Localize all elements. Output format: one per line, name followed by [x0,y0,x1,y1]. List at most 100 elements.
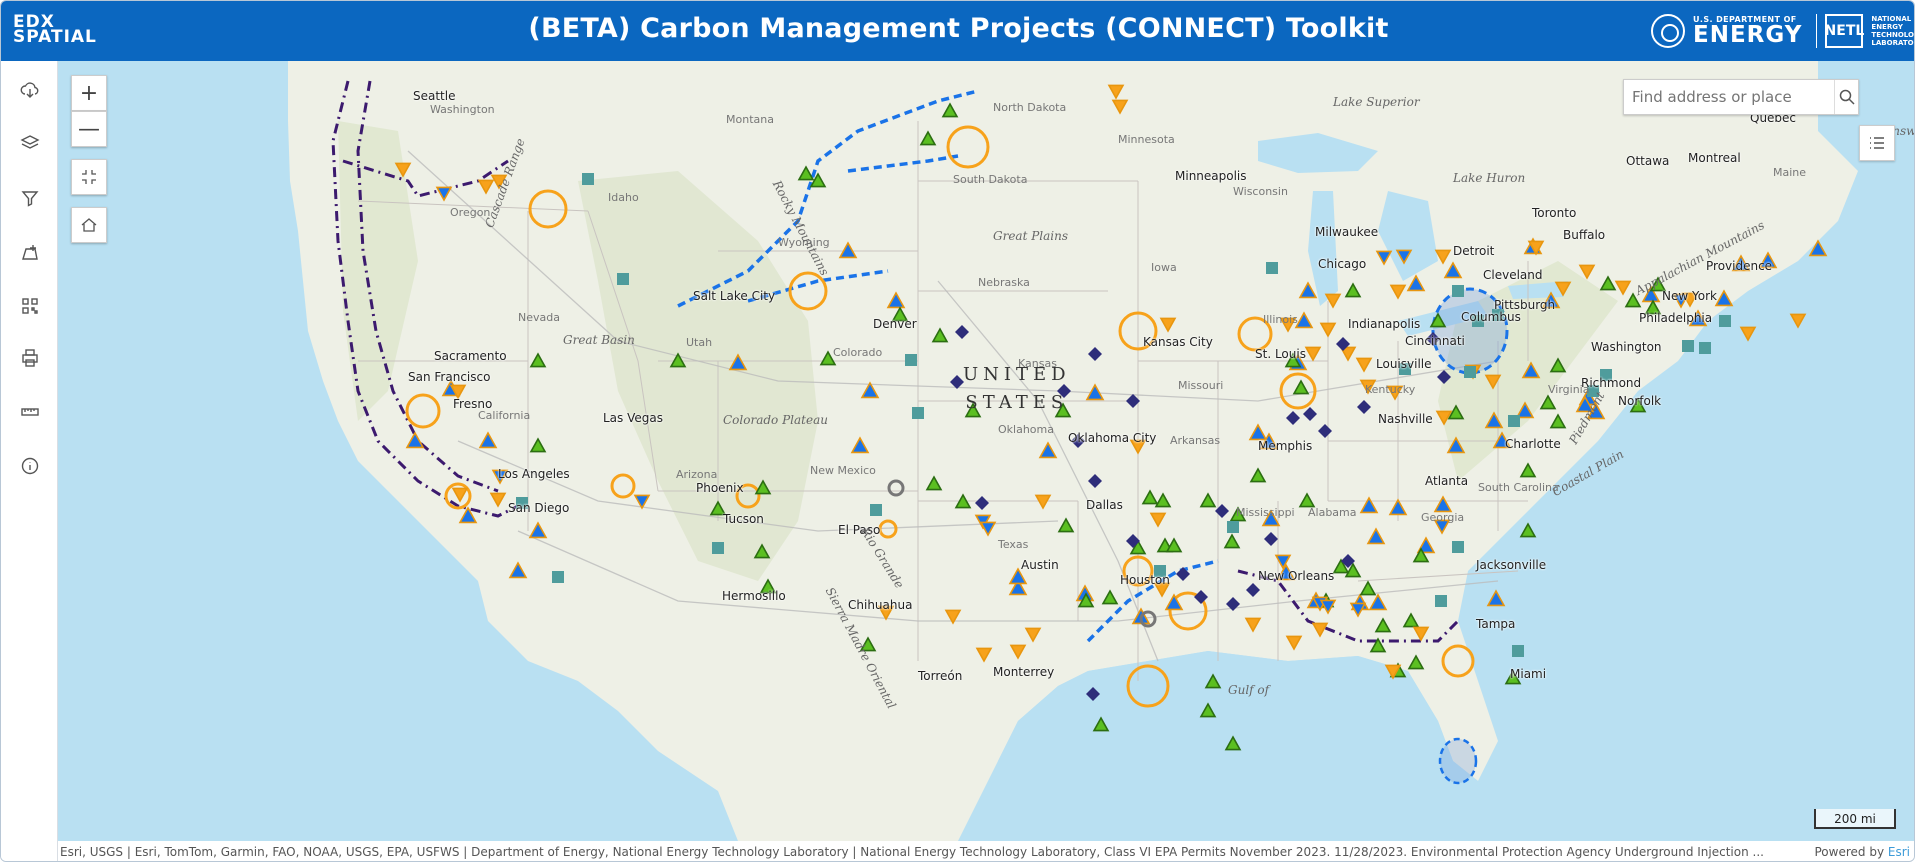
hydrogen-project-triangle[interactable] [1224,735,1242,751]
hydrogen-project-triangle[interactable] [919,130,937,146]
hydrogen-project-triangle[interactable] [754,479,772,495]
storage-project-triangle[interactable] [1366,527,1386,545]
pipeline-project-triangle[interactable] [1244,617,1262,633]
hydrogen-project-triangle[interactable] [931,327,949,343]
hydrogen-project-triangle[interactable] [797,165,815,181]
pipeline-project-triangle[interactable] [1034,494,1052,510]
carbon-capture-facility-circle[interactable] [405,393,441,429]
co2-pipeline[interactable] [847,154,959,173]
hydrogen-project-triangle[interactable] [1057,517,1075,533]
storage-project-triangle[interactable] [1714,289,1734,307]
class-vi-permit-triangle[interactable] [435,186,453,202]
measure-icon[interactable] [15,397,45,427]
pipeline-project-triangle[interactable] [489,492,507,508]
hydrogen-project-triangle[interactable] [941,102,959,118]
hydrogen-project-triangle[interactable] [1154,492,1172,508]
hydrogen-project-triangle[interactable] [1402,612,1420,628]
storage-project-triangle[interactable] [508,561,528,579]
hydrogen-project-triangle[interactable] [1199,492,1217,508]
hydrogen-project-triangle[interactable] [1199,702,1217,718]
storage-site-square[interactable] [1464,366,1476,378]
attribution-text[interactable]: Esri, USGS | Esri, TomTom, Garmin, FAO, … [60,841,1790,861]
carbon-capture-facility-circle[interactable] [528,189,568,229]
storage-project-triangle[interactable] [528,521,548,539]
hydrogen-project-triangle[interactable] [1539,394,1557,410]
storage-project-triangle[interactable] [1486,589,1506,607]
storage-site-square[interactable] [1699,342,1711,354]
dac-hub-diamond[interactable] [955,325,969,339]
dac-hub-diamond[interactable] [1088,474,1102,488]
dac-hub-diamond[interactable] [975,496,989,510]
dac-hub-diamond[interactable] [1086,687,1100,701]
storage-site-square[interactable] [1435,595,1447,607]
pipeline-project-triangle[interactable] [1304,346,1322,362]
pipeline-project-triangle[interactable] [1355,357,1373,373]
storage-project-triangle[interactable] [1388,498,1408,516]
filter-icon[interactable] [15,183,45,213]
storage-site-square[interactable] [582,173,594,185]
pipeline-project-triangle[interactable] [1614,280,1632,296]
hydrogen-project-triangle[interactable] [753,543,771,559]
dac-hub-diamond[interactable] [1088,347,1102,361]
facility-marker[interactable] [887,479,905,497]
dac-hub-diamond[interactable] [1226,597,1240,611]
hydrogen-project-triangle[interactable] [1359,580,1377,596]
storage-site-square[interactable] [912,407,924,419]
storage-site-square[interactable] [1452,285,1464,297]
dac-hub-diamond[interactable] [1303,407,1317,421]
storage-project-triangle[interactable] [838,241,858,259]
storage-project-triangle[interactable] [478,431,498,449]
hydrogen-project-triangle[interactable] [954,493,972,509]
legend-button[interactable] [1859,125,1895,161]
storage-project-triangle[interactable] [1521,361,1541,379]
pipeline-project-triangle[interactable] [1739,326,1757,342]
hydrogen-project-triangle[interactable] [1344,282,1362,298]
hydrogen-project-triangle[interactable] [1599,275,1617,291]
carbon-capture-facility-circle[interactable] [1126,664,1170,708]
hydrogen-project-triangle[interactable] [1407,654,1425,670]
pipeline-project-triangle[interactable] [975,647,993,663]
storage-project-triangle[interactable] [1368,593,1388,611]
pipeline-project-triangle[interactable] [944,609,962,625]
storage-site-square[interactable] [1452,541,1464,553]
hydrogen-project-triangle[interactable] [669,352,687,368]
print-icon[interactable] [15,343,45,373]
class-vi-permit-triangle[interactable] [1395,249,1413,265]
pipeline-project-triangle[interactable] [1578,264,1596,280]
dac-hub-diamond[interactable] [1246,583,1260,597]
pipeline-project-triangle[interactable] [1412,626,1430,642]
qr-code-icon[interactable] [15,291,45,321]
pipeline-project-triangle[interactable] [1484,374,1502,390]
storage-site-square[interactable] [712,542,724,554]
home-button[interactable] [71,207,107,243]
hydrogen-project-triangle[interactable] [529,437,547,453]
pipeline-project-triangle[interactable] [1107,84,1125,100]
hydrogen-project-triangle[interactable] [1249,467,1267,483]
pipeline-project-triangle[interactable] [1554,281,1572,297]
map-view[interactable]: UNITED STATES Seattle Sacramento San Franc… [58,61,1914,841]
hydrogen-project-triangle[interactable] [1292,379,1310,395]
hydrogen-project-triangle[interactable] [1374,617,1392,633]
dac-hub-diamond[interactable] [1264,532,1278,546]
pipeline-project-triangle[interactable] [1319,322,1337,338]
pipeline-project-triangle[interactable] [1009,644,1027,660]
class-vi-permit-triangle[interactable] [1375,250,1393,266]
storage-project-triangle[interactable] [1298,281,1318,299]
storage-site-square[interactable] [1508,415,1520,427]
storage-project-triangle[interactable] [1038,441,1058,459]
storage-project-triangle[interactable] [1248,423,1268,441]
storage-site-square[interactable] [905,354,917,366]
pipeline-project-triangle[interactable] [1434,249,1452,265]
storage-project-triangle[interactable] [728,353,748,371]
add-data-icon[interactable] [15,238,45,268]
zoom-in-button[interactable]: + [71,75,107,111]
esri-link[interactable]: Esri [1888,845,1910,859]
storage-project-triangle[interactable] [1164,593,1184,611]
pipeline-project-triangle[interactable] [1024,627,1042,643]
storage-project-triangle[interactable] [1406,274,1426,292]
storage-site-square[interactable] [1682,340,1694,352]
storage-area-outline[interactable] [1438,737,1478,785]
pipeline-project-triangle[interactable] [1111,99,1129,115]
pipeline-project-triangle[interactable] [1285,635,1303,651]
storage-site-square[interactable] [552,571,564,583]
